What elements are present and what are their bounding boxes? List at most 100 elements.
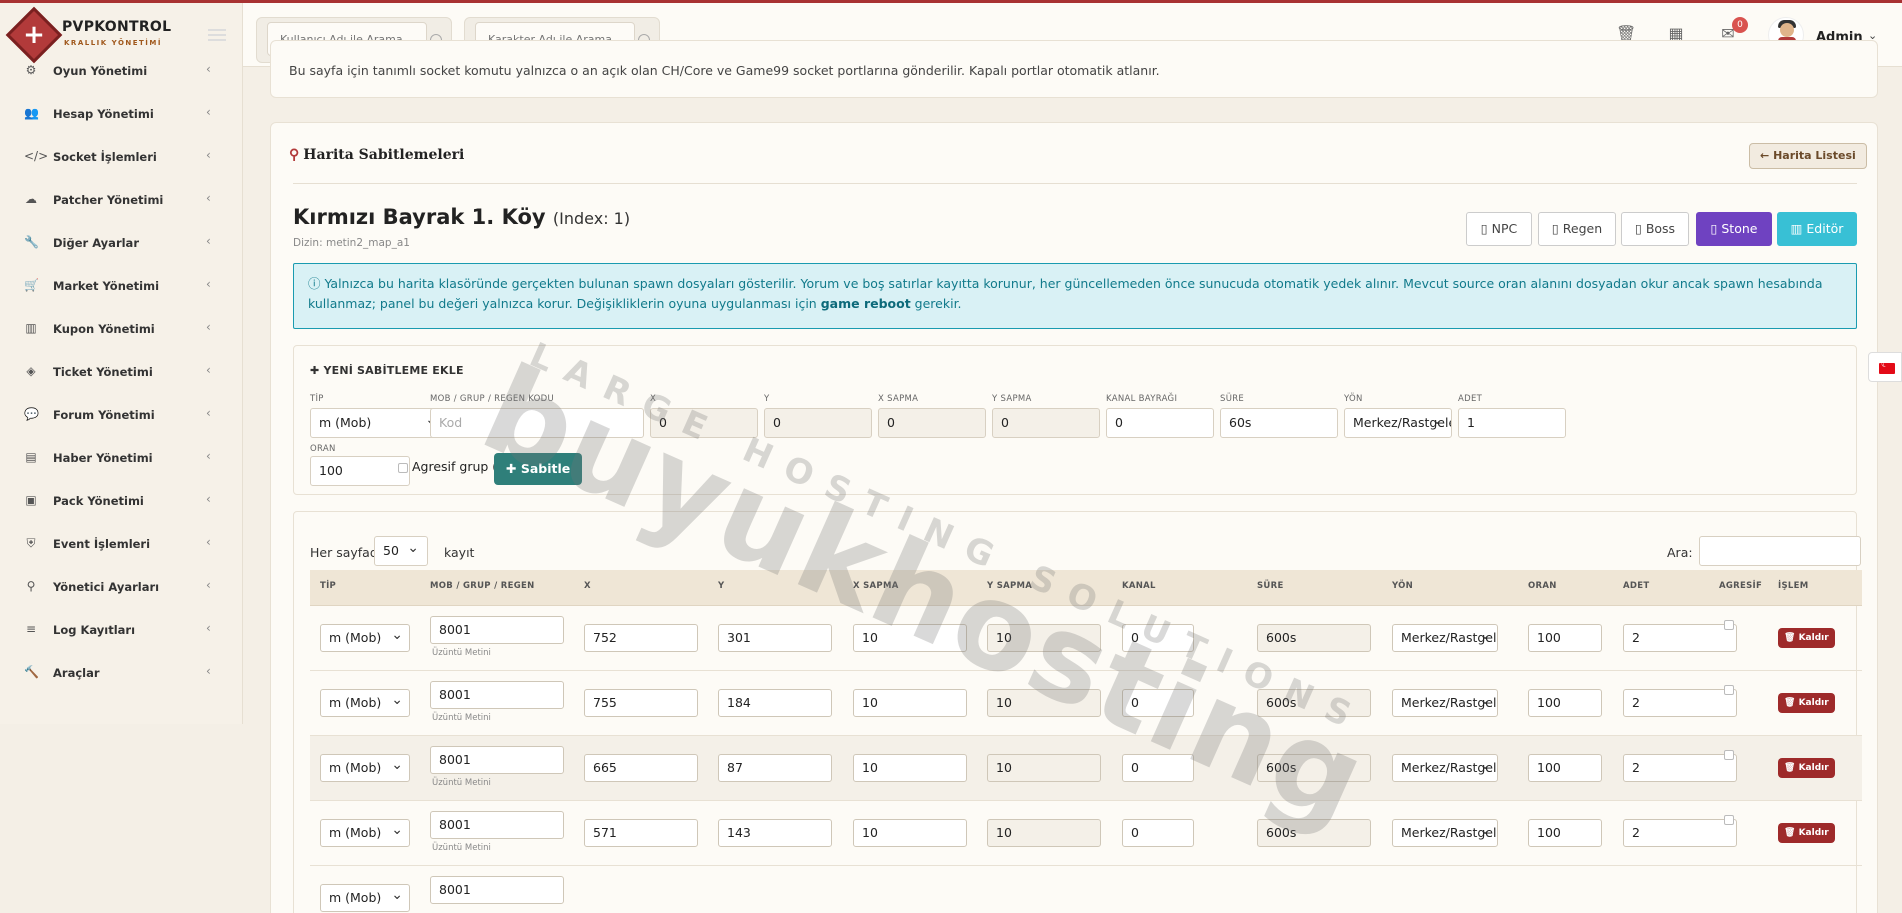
oran-input[interactable]: 100 bbox=[1528, 689, 1602, 717]
agresif-checkbox[interactable] bbox=[398, 463, 408, 473]
x-input[interactable]: 755 bbox=[584, 689, 698, 717]
sidebar-item[interactable]: ⛨ Event İşlemleri ‹ bbox=[0, 526, 243, 562]
column-header[interactable]: KANAL bbox=[1122, 581, 1156, 591]
agresif-checkbox[interactable] bbox=[1724, 620, 1734, 630]
yon-select[interactable]: Merkez/Rastgele bbox=[1392, 819, 1498, 847]
xsapma-input[interactable]: 10 bbox=[853, 754, 967, 782]
column-header[interactable]: Y SAPMA bbox=[987, 581, 1032, 591]
sidebar-item[interactable]: ▣ Pack Yönetimi ‹ bbox=[0, 483, 243, 519]
tip-select[interactable]: m (Mob) bbox=[320, 819, 410, 847]
sure-input[interactable]: 600s bbox=[1257, 819, 1371, 847]
tip-select[interactable]: m (Mob) bbox=[320, 624, 410, 652]
tab-regen[interactable]: ▯ Regen bbox=[1538, 212, 1616, 246]
column-header[interactable]: İŞLEM bbox=[1778, 581, 1808, 591]
x-input[interactable]: 665 bbox=[584, 754, 698, 782]
remove-button[interactable]: 🗑 Kaldır bbox=[1778, 628, 1835, 648]
per-page-select[interactable]: 50 bbox=[374, 536, 428, 566]
map-list-button[interactable]: ← Harita Listesi bbox=[1749, 143, 1867, 169]
xsapma-input[interactable]: 10 bbox=[853, 624, 967, 652]
y-input[interactable]: 0 bbox=[764, 408, 872, 438]
ysapma-input[interactable]: 0 bbox=[992, 408, 1100, 438]
sure-input[interactable]: 600s bbox=[1257, 754, 1371, 782]
kod-input[interactable]: 8001 bbox=[430, 681, 564, 709]
ysapma-input[interactable]: 10 bbox=[987, 624, 1101, 652]
xsapma-input[interactable]: 0 bbox=[878, 408, 986, 438]
column-header[interactable]: X bbox=[584, 581, 591, 591]
remove-button[interactable]: 🗑 Kaldır bbox=[1778, 823, 1835, 843]
kanal-input[interactable]: 0 bbox=[1122, 819, 1194, 847]
column-header[interactable]: ADET bbox=[1623, 581, 1649, 591]
sidebar-item[interactable]: 💬 Forum Yönetimi ‹ bbox=[0, 397, 243, 433]
sidebar-item[interactable]: ▤ Haber Yönetimi ‹ bbox=[0, 440, 243, 476]
sabitle-button[interactable]: ✚ Sabitle bbox=[494, 453, 583, 485]
x-input[interactable]: 0 bbox=[650, 408, 758, 438]
sidebar-item[interactable]: ⚲ Yönetici Ayarları ‹ bbox=[0, 569, 243, 605]
kod-input[interactable]: 8001 bbox=[430, 616, 564, 644]
table-search-input[interactable] bbox=[1699, 536, 1861, 566]
column-header[interactable]: SÜRE bbox=[1257, 581, 1284, 591]
sure-input[interactable]: 60s bbox=[1220, 408, 1338, 438]
ysapma-input[interactable]: 10 bbox=[987, 819, 1101, 847]
tab-npc[interactable]: ▯ NPC bbox=[1466, 212, 1532, 246]
kanal-input[interactable]: 0 bbox=[1106, 408, 1214, 438]
agresif-checkbox[interactable] bbox=[1724, 815, 1734, 825]
agresif-checkbox[interactable] bbox=[1724, 750, 1734, 760]
tip-select[interactable]: m (Mob) bbox=[320, 754, 410, 782]
oran-input[interactable]: 100 bbox=[1528, 624, 1602, 652]
column-header[interactable]: YÖN bbox=[1392, 581, 1413, 591]
adet-input[interactable]: 2 bbox=[1623, 754, 1737, 782]
sidebar-item[interactable]: ≡ Log Kayıtları ‹ bbox=[0, 612, 243, 648]
ysapma-input[interactable]: 10 bbox=[987, 754, 1101, 782]
language-flag[interactable] bbox=[1868, 352, 1902, 382]
yon-select[interactable]: Merkez/Rastgele bbox=[1344, 408, 1452, 438]
tip-select[interactable]: m (Mob) bbox=[320, 884, 410, 912]
column-header[interactable]: ORAN bbox=[1528, 581, 1557, 591]
y-input[interactable]: 143 bbox=[718, 819, 832, 847]
agresif-checkbox[interactable] bbox=[1724, 685, 1734, 695]
ysapma-input[interactable]: 10 bbox=[987, 689, 1101, 717]
y-input[interactable]: 87 bbox=[718, 754, 832, 782]
yon-select[interactable]: Merkez/Rastgele bbox=[1392, 624, 1498, 652]
yon-select[interactable]: Merkez/Rastgele bbox=[1392, 754, 1498, 782]
column-header[interactable]: Y bbox=[718, 581, 724, 591]
sidebar-item[interactable]: ☁ Patcher Yönetimi ‹ bbox=[0, 182, 243, 218]
sidebar-item[interactable]: ◈ Ticket Yönetimi ‹ bbox=[0, 354, 243, 390]
oran-input[interactable]: 100 bbox=[1528, 754, 1602, 782]
x-input[interactable]: 752 bbox=[584, 624, 698, 652]
remove-button[interactable]: 🗑 Kaldır bbox=[1778, 693, 1835, 713]
yon-select[interactable]: Merkez/Rastgele bbox=[1392, 689, 1498, 717]
column-header[interactable]: AGRESİF bbox=[1719, 581, 1762, 591]
sidebar-item[interactable]: 🔨 Araçlar ‹ bbox=[0, 655, 243, 691]
kanal-input[interactable]: 0 bbox=[1122, 689, 1194, 717]
sidebar-item[interactable]: ▥ Kupon Yönetimi ‹ bbox=[0, 311, 243, 347]
sidebar-item[interactable]: 🔧 Diğer Ayarlar ‹ bbox=[0, 225, 243, 261]
y-input[interactable]: 301 bbox=[718, 624, 832, 652]
sidebar-item[interactable]: 👥 Hesap Yönetimi ‹ bbox=[0, 96, 243, 132]
tab-stone[interactable]: ▯ Stone bbox=[1696, 212, 1772, 246]
sidebar-item[interactable]: </> Socket İşlemleri ‹ bbox=[0, 139, 243, 175]
kanal-input[interactable]: 0 bbox=[1122, 754, 1194, 782]
x-input[interactable]: 571 bbox=[584, 819, 698, 847]
kod-input[interactable]: 8001 bbox=[430, 746, 564, 774]
sure-input[interactable]: 600s bbox=[1257, 624, 1371, 652]
sidebar-item[interactable]: 🛒 Market Yönetimi ‹ bbox=[0, 268, 243, 304]
tab-boss[interactable]: ▯ Boss bbox=[1621, 212, 1689, 246]
adet-input[interactable]: 1 bbox=[1458, 408, 1566, 438]
kod-input[interactable]: 8001 bbox=[430, 876, 564, 904]
xsapma-input[interactable]: 10 bbox=[853, 689, 967, 717]
kod-input[interactable]: 8001 bbox=[430, 811, 564, 839]
adet-input[interactable]: 2 bbox=[1623, 819, 1737, 847]
xsapma-input[interactable]: 10 bbox=[853, 819, 967, 847]
menu-toggle-icon[interactable] bbox=[208, 29, 226, 41]
tip-select[interactable]: m (Mob) bbox=[310, 408, 446, 438]
column-header[interactable]: X SAPMA bbox=[853, 581, 899, 591]
column-header[interactable]: MOB / GRUP / REGEN bbox=[430, 581, 535, 591]
remove-button[interactable]: 🗑 Kaldır bbox=[1778, 758, 1835, 778]
oran-input[interactable]: 100 bbox=[1528, 819, 1602, 847]
kod-input[interactable]: Kod bbox=[430, 408, 644, 438]
sure-input[interactable]: 600s bbox=[1257, 689, 1371, 717]
column-header[interactable]: TİP bbox=[320, 581, 336, 591]
sidebar-item[interactable]: ⚙ Oyun Yönetimi ‹ bbox=[0, 53, 243, 89]
adet-input[interactable]: 2 bbox=[1623, 624, 1737, 652]
tab-editor[interactable]: ▥ Editör bbox=[1777, 212, 1857, 246]
